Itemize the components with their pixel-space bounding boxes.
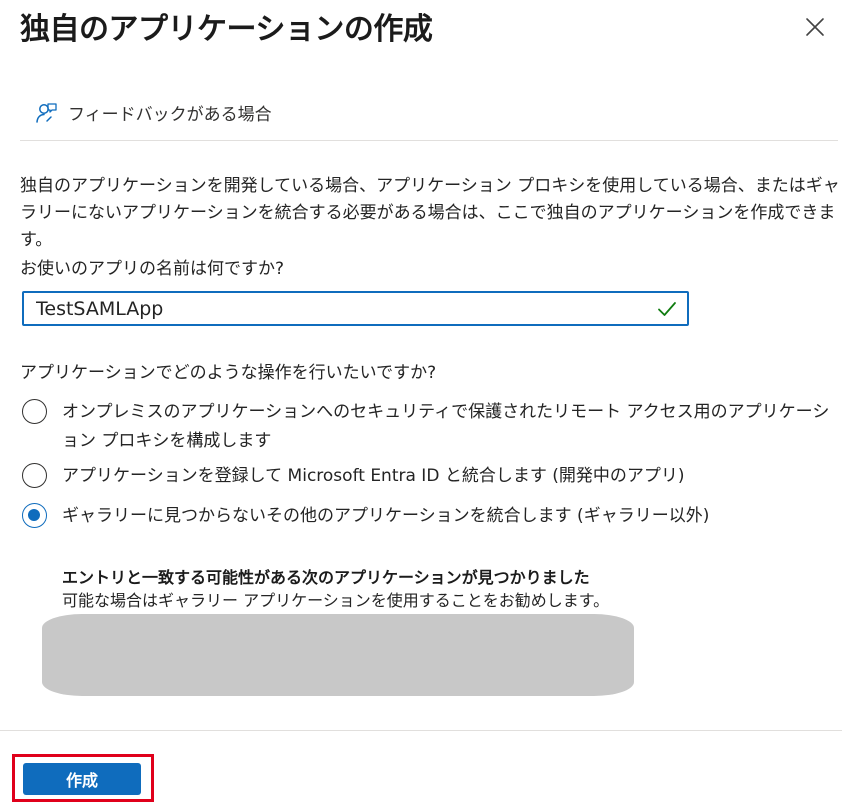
feedback-label: フィードバックがある場合 <box>68 105 272 125</box>
option-register-app[interactable]: アプリケーションを登録して Microsoft Entra ID と統合します … <box>22 462 685 491</box>
app-action-question: アプリケーションでどのような操作を行いたいですか? <box>20 363 437 383</box>
redacted-suggestion-list <box>42 614 634 696</box>
app-name-field <box>22 291 689 326</box>
app-name-question: お使いのアプリの名前は何ですか? <box>20 259 285 279</box>
radio-button-selected[interactable] <box>22 503 47 528</box>
suggestions-subtitle: 可能な場合はギャラリー アプリケーションを使用することをお勧めします。 <box>62 591 610 610</box>
radio-button[interactable] <box>22 463 47 488</box>
panel-title: 独自のアプリケーションの作成 <box>20 12 433 47</box>
feedback-link[interactable]: フィードバックがある場合 <box>34 100 272 125</box>
option-app-proxy[interactable]: オンプレミスのアプリケーションへのセキュリティで保護されたリモート アクセス用の… <box>22 398 832 456</box>
option-non-gallery[interactable]: ギャラリーに見つからないその他のアプリケーションを統合します (ギャラリー以外) <box>22 502 709 531</box>
app-name-input[interactable] <box>24 293 687 324</box>
checkmark-icon <box>658 302 676 316</box>
footer-divider <box>0 730 842 731</box>
divider <box>20 140 838 141</box>
description-text: 独自のアプリケーションを開発している場合、アプリケーション プロキシを使用してい… <box>20 176 840 250</box>
radio-button[interactable] <box>22 399 47 424</box>
option-label: ギャラリーに見つからないその他のアプリケーションを統合します (ギャラリー以外) <box>62 506 710 526</box>
close-icon <box>806 18 824 36</box>
option-label: アプリケーションを登録して Microsoft Entra ID と統合します … <box>62 466 685 486</box>
close-button[interactable] <box>800 12 830 42</box>
create-button[interactable]: 作成 <box>23 763 141 795</box>
suggestions-title: エントリと一致する可能性がある次のアプリケーションが見つかりました <box>62 568 590 587</box>
suggestions-section: エントリと一致する可能性がある次のアプリケーションが見つかりました 可能な場合は… <box>62 566 609 612</box>
option-label: オンプレミスのアプリケーションへのセキュリティで保護されたリモート アクセス用の… <box>62 402 830 451</box>
create-app-panel: 独自のアプリケーションの作成 フィードバックがある場合 独自のアプリケーションを… <box>0 0 842 802</box>
person-feedback-icon <box>36 102 57 123</box>
